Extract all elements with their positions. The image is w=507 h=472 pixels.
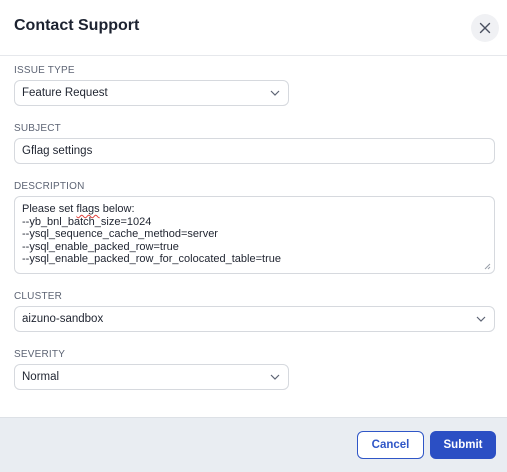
chevron-down-icon: [476, 316, 486, 322]
cancel-button[interactable]: Cancel: [357, 431, 424, 459]
dialog-header: Contact Support: [0, 0, 507, 56]
issue-type-select[interactable]: Feature Request: [14, 80, 289, 106]
description-textarea[interactable]: Please set flags below: --yb_bnl_batch_s…: [14, 196, 495, 274]
close-button[interactable]: [471, 14, 499, 42]
severity-label: SEVERITY: [14, 349, 66, 360]
subject-value: Gflag settings: [22, 145, 93, 157]
cluster-value: aizuno-sandbox: [22, 313, 104, 325]
issue-type-label: ISSUE TYPE: [14, 65, 75, 76]
dialog-title: Contact Support: [14, 17, 140, 34]
misspelled-word: flags: [76, 203, 100, 215]
description-line: --ysql_enable_packed_row_for_colocated_t…: [22, 253, 281, 265]
issue-type-value: Feature Request: [22, 87, 108, 99]
cluster-label: CLUSTER: [14, 291, 63, 302]
chevron-down-icon: [270, 374, 280, 380]
chevron-down-icon: [270, 90, 280, 96]
cluster-select[interactable]: aizuno-sandbox: [14, 306, 495, 332]
subject-label: SUBJECT: [14, 123, 61, 134]
description-line: Please set flags below:: [22, 203, 135, 215]
severity-select[interactable]: Normal: [14, 364, 289, 390]
submit-button[interactable]: Submit: [430, 431, 496, 459]
subject-input[interactable]: Gflag settings: [14, 138, 495, 164]
description-label: DESCRIPTION: [14, 181, 85, 192]
resize-handle-icon[interactable]: [484, 263, 491, 270]
contact-support-dialog: Contact Support ISSUE TYPE Feature Reque…: [0, 0, 507, 472]
close-icon: [479, 22, 491, 34]
description-line: --ysql_sequence_cache_method=server: [22, 228, 218, 240]
description-line: --ysql_enable_packed_row=true: [22, 240, 179, 253]
severity-value: Normal: [22, 371, 60, 383]
description-line: --yb_bnl_batch_size=1024: [22, 215, 152, 228]
